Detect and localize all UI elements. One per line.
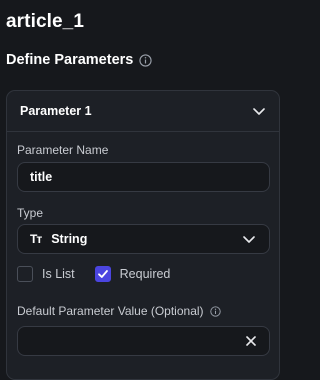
text-type-icon: Tт xyxy=(30,232,42,246)
info-icon[interactable] xyxy=(139,53,152,67)
close-icon[interactable] xyxy=(245,335,257,347)
required-checkbox-group[interactable]: Required xyxy=(94,266,171,282)
is-list-label: Is List xyxy=(42,267,75,281)
default-value-label-row: Default Parameter Value (Optional) xyxy=(17,304,221,318)
is-list-checkbox-group[interactable]: Is List xyxy=(17,266,75,282)
parameter-header-label: Parameter 1 xyxy=(20,104,92,118)
chevron-down-icon[interactable] xyxy=(251,103,267,119)
is-list-checkbox[interactable] xyxy=(17,266,33,282)
checkmark-icon xyxy=(97,270,108,278)
parameter-panel: Parameter 1 Parameter Name title Type Tт… xyxy=(6,90,280,380)
type-value: String xyxy=(51,232,88,246)
options-row: Is List Required xyxy=(17,266,170,282)
page-title: article_1 xyxy=(6,11,85,32)
chevron-down-icon[interactable] xyxy=(241,231,257,247)
default-value-input[interactable] xyxy=(17,326,270,356)
required-label: Required xyxy=(119,267,171,281)
required-checkbox[interactable] xyxy=(94,266,111,282)
info-icon[interactable] xyxy=(209,305,221,317)
section-heading: Define Parameters xyxy=(6,52,152,68)
parameter-header[interactable]: Parameter 1 xyxy=(7,91,279,132)
default-value-label: Default Parameter Value (Optional) xyxy=(17,304,204,318)
parameter-name-input[interactable]: title xyxy=(17,162,270,192)
parameter-name-value: title xyxy=(30,170,53,184)
section-heading-text: Define Parameters xyxy=(6,52,134,68)
parameter-name-label: Parameter Name xyxy=(17,143,109,157)
type-label: Type xyxy=(17,206,44,220)
type-select[interactable]: Tт String xyxy=(17,224,270,254)
